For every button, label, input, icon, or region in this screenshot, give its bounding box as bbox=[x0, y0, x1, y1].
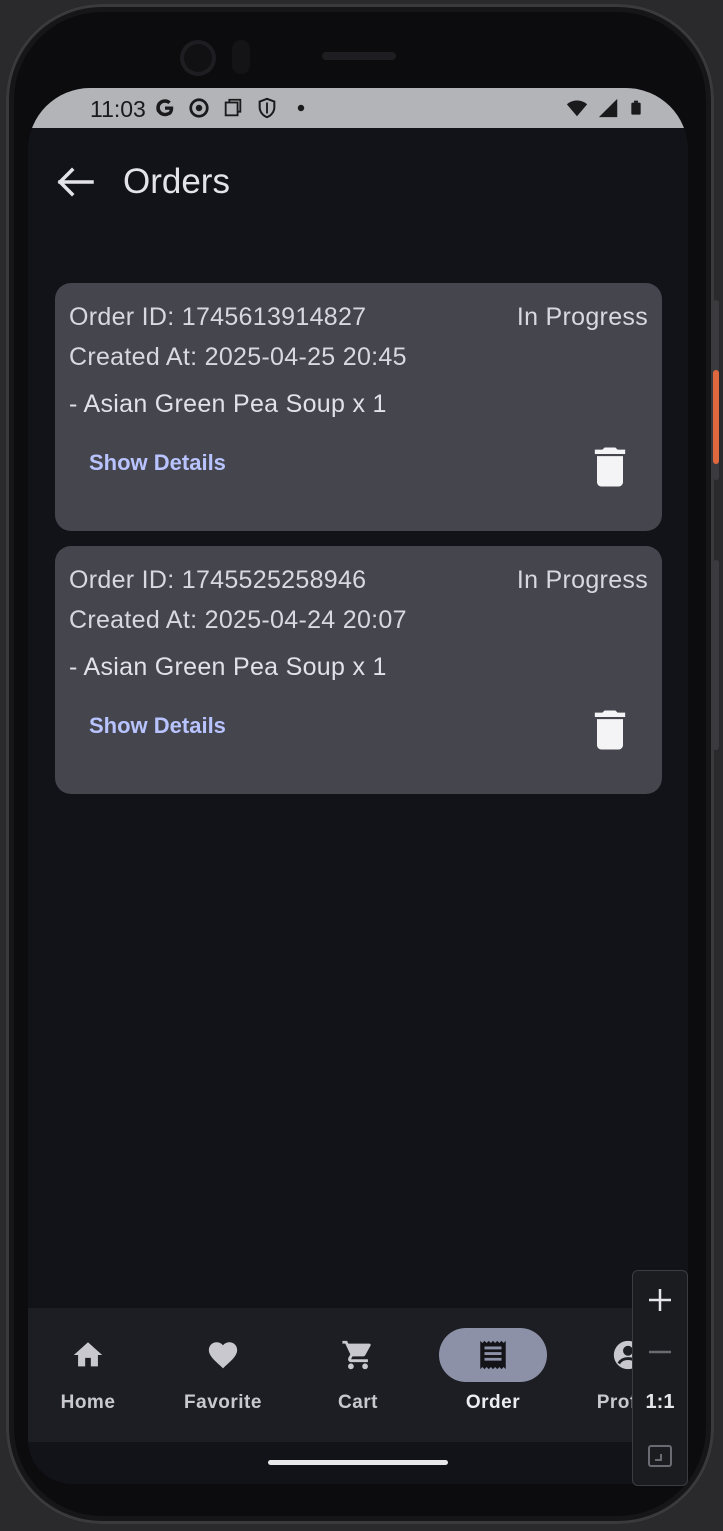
status-time: 11:03 bbox=[90, 96, 146, 122]
power-button-accent bbox=[713, 370, 719, 464]
show-details-button[interactable]: Show Details bbox=[79, 701, 236, 751]
zoom-in-button[interactable] bbox=[633, 1275, 687, 1325]
app-bar: Orders bbox=[28, 128, 688, 236]
zoom-reset-button[interactable]: 1:1 bbox=[633, 1391, 687, 1414]
nav-label: Home bbox=[60, 1392, 116, 1413]
page-title: Orders bbox=[123, 162, 230, 201]
system-icons bbox=[564, 97, 644, 119]
gesture-handle[interactable] bbox=[268, 1460, 448, 1465]
chrome-icon bbox=[189, 98, 209, 118]
heart-icon bbox=[208, 1342, 238, 1369]
sensor bbox=[232, 40, 250, 74]
order-card: Order ID: 1745613914827 In Progress Crea… bbox=[55, 283, 662, 531]
bottom-navigation: Home Favorite Cart Order Profile bbox=[28, 1308, 688, 1442]
back-button[interactable] bbox=[48, 158, 102, 206]
order-status: In Progress bbox=[516, 566, 648, 594]
delete-icon bbox=[594, 447, 626, 487]
order-item: - Asian Green Pea Soup x 1 bbox=[69, 653, 387, 681]
nav-label: Order bbox=[465, 1392, 521, 1413]
nav-item-home[interactable]: Home bbox=[28, 1328, 155, 1428]
front-camera bbox=[180, 40, 216, 76]
fit-screen-icon bbox=[648, 1445, 672, 1467]
nav-label: Cart bbox=[337, 1392, 378, 1413]
emulator-zoom-controls: 1:1 bbox=[632, 1270, 688, 1486]
status-bar: 11:03 bbox=[28, 88, 688, 128]
order-status: In Progress bbox=[516, 303, 648, 331]
delete-order-button[interactable] bbox=[584, 441, 636, 493]
wifi-icon bbox=[566, 100, 588, 117]
order-id: Order ID: 1745525258946 bbox=[69, 566, 367, 594]
plus-icon bbox=[649, 1289, 671, 1311]
order-created-at: Created At: 2025-04-24 20:07 bbox=[69, 606, 407, 634]
nav-item-favorite[interactable]: Favorite bbox=[156, 1328, 290, 1428]
cart-icon bbox=[342, 1340, 371, 1370]
delete-order-button[interactable] bbox=[584, 704, 636, 756]
nav-item-cart[interactable]: Cart bbox=[291, 1328, 425, 1428]
receipt-icon bbox=[480, 1340, 506, 1370]
minus-icon bbox=[649, 1350, 671, 1354]
nav-item-order[interactable]: Order bbox=[426, 1328, 560, 1428]
order-card: Order ID: 1745525258946 In Progress Crea… bbox=[55, 546, 662, 794]
home-icon bbox=[73, 1342, 103, 1367]
order-created-at: Created At: 2025-04-25 20:45 bbox=[69, 343, 407, 371]
shield-icon bbox=[258, 97, 276, 119]
delete-icon bbox=[594, 710, 626, 750]
screen: 11:03 Orders Order ID: 1745613914827 In … bbox=[28, 88, 688, 1484]
screenshot-icon bbox=[224, 98, 242, 117]
arrow-back-icon bbox=[57, 167, 94, 197]
order-item: - Asian Green Pea Soup x 1 bbox=[69, 390, 387, 418]
zoom-out-button[interactable] bbox=[633, 1327, 687, 1377]
signal-icon bbox=[598, 98, 618, 118]
order-id: Order ID: 1745613914827 bbox=[69, 303, 367, 331]
fit-screen-button[interactable] bbox=[633, 1431, 687, 1481]
notification-icons bbox=[152, 97, 314, 119]
nav-label: Favorite bbox=[184, 1392, 262, 1413]
earpiece-speaker bbox=[322, 52, 396, 60]
volume-button bbox=[713, 560, 719, 750]
battery-icon bbox=[631, 100, 641, 115]
google-icon bbox=[156, 99, 174, 117]
dot-icon bbox=[297, 104, 305, 112]
show-details-button[interactable]: Show Details bbox=[79, 438, 236, 488]
